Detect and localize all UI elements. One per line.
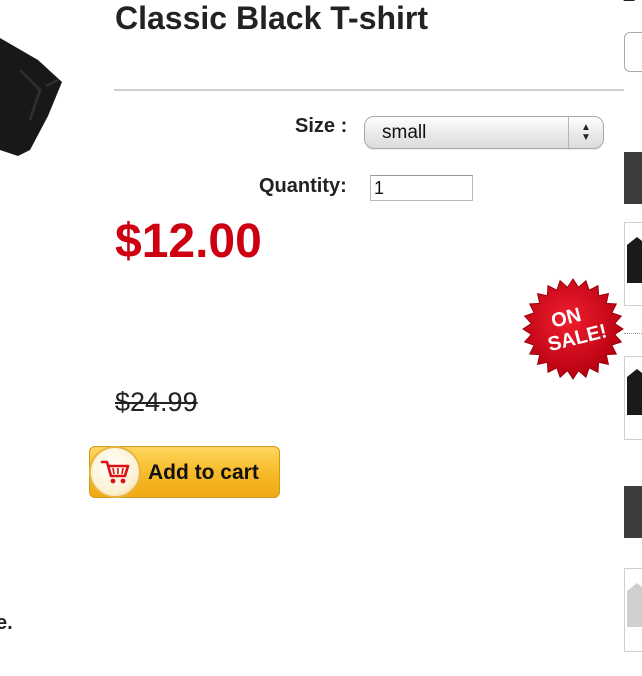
add-to-cart-label: Add to cart — [148, 461, 259, 484]
quantity-input[interactable] — [370, 175, 473, 201]
sidebar-search-box[interactable] — [624, 32, 642, 72]
sidebar-product-thumb[interactable] — [624, 222, 642, 306]
add-to-cart-button[interactable]: Add to cart — [89, 446, 280, 498]
product-title: Classic Black T-shirt — [115, 0, 429, 36]
size-select[interactable]: small ▲ ▼ — [364, 116, 604, 149]
on-sale-badge: ON SALE! — [521, 277, 625, 381]
size-label: Size : — [295, 115, 348, 137]
original-price: $24.99 — [115, 387, 198, 417]
cropped-description-text: e. — [0, 612, 13, 634]
sidebar-product-thumb[interactable] — [624, 356, 642, 440]
sidebar-product-thumb[interactable] — [624, 568, 642, 652]
sidebar-section-header — [624, 152, 642, 204]
size-selected-value: small — [382, 122, 427, 143]
title-divider — [114, 89, 624, 91]
shopping-cart-icon — [89, 446, 141, 498]
sidebar-section-header — [624, 486, 642, 538]
sidebar-heading-text: E — [622, 0, 635, 7]
sidebar-divider — [624, 333, 642, 334]
product-image[interactable] — [0, 0, 70, 180]
quantity-label: Quantity: — [259, 175, 347, 197]
select-arrows-icon: ▲ ▼ — [568, 117, 603, 148]
product-page: e. Classic Black T-shirt Size : small ▲ ▼… — [0, 0, 642, 676]
sale-price: $12.00 — [115, 215, 262, 268]
